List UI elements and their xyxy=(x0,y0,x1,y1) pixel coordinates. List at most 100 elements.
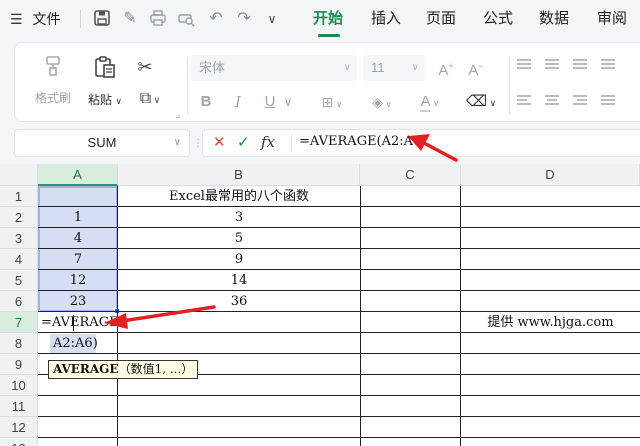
cell-a7-editing[interactable]: =AVERAGE( xyxy=(38,312,124,333)
align-left-icon[interactable] xyxy=(517,95,531,106)
format-painter-label: 格式刷 xyxy=(34,91,71,105)
cell-b2[interactable]: 3 xyxy=(118,207,360,228)
insert-function-icon[interactable]: fx xyxy=(261,133,275,151)
row-header-13[interactable]: 13 xyxy=(0,438,38,446)
clear-format-icon[interactable]: ⌫ ∨ xyxy=(461,91,501,113)
decrease-font-icon[interactable]: A− xyxy=(465,55,487,79)
cell-a2[interactable]: 1 xyxy=(38,207,118,228)
borders-icon[interactable]: ⊞ ∨ xyxy=(313,91,351,113)
font-size-select[interactable]: 11 ∨ xyxy=(363,55,425,81)
grid-line xyxy=(38,395,640,396)
print-preview-icon[interactable] xyxy=(176,9,196,29)
row-header-3[interactable]: 3 xyxy=(0,228,38,249)
column-header-c[interactable]: C xyxy=(360,164,461,186)
font-name-select[interactable]: 宋体 ∨ xyxy=(191,55,357,81)
formula-input-box[interactable]: ✕ ✓ fx =AVERAGE(A2:A6 xyxy=(202,129,640,157)
undo-icon[interactable]: ↶ xyxy=(206,9,226,29)
format-painter-icon xyxy=(31,55,75,83)
grid-line xyxy=(38,416,640,417)
cell-a6[interactable]: 23 xyxy=(38,291,118,312)
cancel-icon[interactable]: ✕ xyxy=(213,133,226,151)
align-center-icon[interactable] xyxy=(545,95,559,106)
confirm-icon[interactable]: ✓ xyxy=(237,133,250,151)
row-header-5[interactable]: 5 xyxy=(0,270,38,291)
fill-color-icon[interactable]: ◈ ∨ xyxy=(363,91,401,113)
font-name-value: 宋体 xyxy=(199,60,226,75)
chevron-down-icon: ∨ xyxy=(173,137,181,148)
cut-icon[interactable]: ✂ xyxy=(133,55,157,79)
paste-label: 粘贴 ∨ xyxy=(88,93,122,107)
print-icon[interactable] xyxy=(148,9,168,29)
formula-separator xyxy=(291,135,292,151)
cell-a4[interactable]: 7 xyxy=(38,249,118,270)
tab-data[interactable]: 数据 xyxy=(539,0,569,38)
tab-page[interactable]: 页面 xyxy=(426,0,456,38)
row-header-12[interactable]: 12 xyxy=(0,417,38,438)
row-header-8[interactable]: 8 xyxy=(0,333,38,354)
bold-icon[interactable]: B xyxy=(195,91,217,113)
align-right-icon[interactable] xyxy=(573,95,587,106)
formula-text[interactable]: =AVERAGE(A2:A6 xyxy=(299,134,421,149)
save-icon[interactable] xyxy=(92,9,112,29)
grid-line xyxy=(38,437,640,438)
ribbon-divider xyxy=(509,57,510,115)
tab-formula[interactable]: 公式 xyxy=(483,0,513,38)
grid-line xyxy=(38,353,640,354)
cell-d7[interactable]: 提供 www.hjga.com xyxy=(461,312,640,333)
italic-icon[interactable]: I xyxy=(227,91,249,113)
underline-icon[interactable]: U xyxy=(259,91,281,113)
increase-font-icon[interactable]: A+ xyxy=(435,55,457,79)
column-header-a[interactable]: A xyxy=(38,164,118,186)
cell-b3[interactable]: 5 xyxy=(118,228,360,249)
more-icon[interactable]: ∨ xyxy=(262,9,282,29)
cell-b6[interactable]: 36 xyxy=(118,291,360,312)
align-extra-icon[interactable] xyxy=(601,59,615,70)
function-hint-tooltip: AVERAGE（数值1, ...） xyxy=(48,360,199,379)
cell-a3[interactable]: 4 xyxy=(38,228,118,249)
align-bottom-icon[interactable] xyxy=(573,59,587,70)
redo-icon[interactable]: ↷ xyxy=(234,9,254,29)
underline-more-icon[interactable]: ∨ xyxy=(283,91,293,113)
copy-button[interactable]: ⧉ ∨ xyxy=(133,87,167,112)
splitter-handle[interactable]: ⋮ xyxy=(193,138,203,150)
function-hint-name: AVERAGE xyxy=(53,362,119,376)
align-top-icon[interactable] xyxy=(517,59,531,70)
formula-bar: SUM ∨ ⋮ ✕ ✓ fx =AVERAGE(A2:A6 xyxy=(0,124,640,164)
paste-button[interactable]: 粘贴 ∨ xyxy=(81,55,129,108)
row-header-4[interactable]: 4 xyxy=(0,249,38,270)
clipboard-launcher-icon[interactable]: ⌟ xyxy=(173,109,183,120)
tab-insert[interactable]: 插入 xyxy=(371,0,401,38)
row-header-2[interactable]: 2 xyxy=(0,207,38,228)
file-menu[interactable]: ☰ 文件 xyxy=(10,0,60,38)
cell-b5[interactable]: 14 xyxy=(118,270,360,291)
justify-icon[interactable] xyxy=(601,95,615,106)
file-menu-label: 文件 xyxy=(32,11,61,27)
brush-icon[interactable]: ✎ xyxy=(120,9,140,29)
row-header-10[interactable]: 10 xyxy=(0,375,38,396)
align-middle-icon[interactable] xyxy=(545,59,559,70)
row-header-9[interactable]: 9 xyxy=(0,354,38,375)
function-hint-args: （数值1, ...） xyxy=(118,362,194,376)
cell-a8-continuation: A2:A6) xyxy=(50,333,120,354)
column-header-d[interactable]: D xyxy=(461,164,640,186)
chevron-down-icon: ∨ xyxy=(411,62,419,73)
tab-home[interactable]: 开始 xyxy=(313,0,343,38)
copy-icon: ⧉ ∨ xyxy=(139,90,161,107)
closing-paren: ) xyxy=(92,336,98,351)
chevron-down-icon: ∨ xyxy=(343,62,351,73)
format-painter-button[interactable]: 格式刷 xyxy=(31,55,75,106)
cell-b1[interactable]: Excel最常用的八个函数 xyxy=(118,186,360,207)
font-color-icon[interactable]: A ∨ xyxy=(411,91,449,113)
cell-b4[interactable]: 9 xyxy=(118,249,360,270)
ribbon-divider xyxy=(187,57,188,115)
column-header-b[interactable]: B xyxy=(118,164,360,186)
tab-review[interactable]: 审阅 xyxy=(597,0,627,38)
cell-a5[interactable]: 12 xyxy=(38,270,118,291)
select-all-corner[interactable] xyxy=(0,164,38,186)
text-cursor xyxy=(73,315,74,331)
row-header-7[interactable]: 7 xyxy=(0,312,38,333)
row-header-6[interactable]: 6 xyxy=(0,291,38,312)
row-header-11[interactable]: 11 xyxy=(0,396,38,417)
name-box[interactable]: SUM ∨ xyxy=(14,129,190,157)
row-header-1[interactable]: 1 xyxy=(0,186,38,207)
